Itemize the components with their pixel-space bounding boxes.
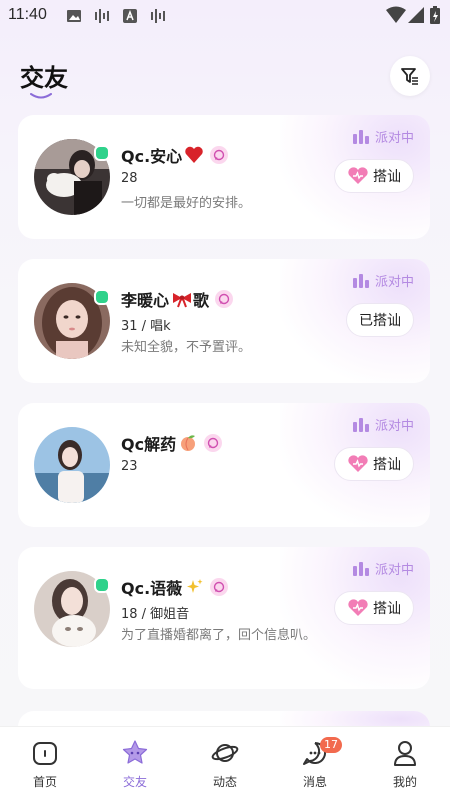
user-card[interactable]: Qc解药 23 派对中 搭讪 — [18, 403, 430, 527]
user-bio: 一切都是最好的安排。 — [121, 196, 252, 211]
nav-item-messages[interactable]: 17 消息 — [270, 727, 360, 801]
online-indicator — [94, 577, 110, 593]
greet-button[interactable]: 搭讪 — [334, 591, 414, 625]
greet-label: 搭讪 — [373, 169, 401, 185]
filter-button[interactable] — [390, 56, 430, 96]
nav-label: 首页 — [32, 775, 57, 789]
nav-label: 动态 — [212, 775, 237, 789]
party-label: 派对中 — [374, 419, 414, 434]
user-name: 李暖心 — [121, 291, 170, 310]
party-label: 派对中 — [374, 275, 414, 290]
party-status[interactable]: 派对中 — [352, 271, 414, 290]
gallery-notification-icon — [67, 10, 81, 22]
battery-icon — [430, 6, 440, 24]
chat-bubble-icon[interactable] — [210, 146, 229, 164]
greet-label: 已搭讪 — [359, 313, 401, 329]
user-card[interactable]: Qc.语薇 18 / 御姐音 为了直播婚都离了，回个信息叭。 派对中 搭讪 — [18, 547, 430, 689]
title-underline — [30, 93, 52, 99]
user-name-suffix: 歌 — [193, 291, 210, 310]
bow-emoji-icon — [171, 290, 193, 308]
heart-emoji-icon — [184, 146, 204, 164]
chat-bubble-icon[interactable] — [215, 290, 234, 308]
filter-icon — [401, 68, 418, 85]
party-bars-icon — [352, 129, 369, 144]
user-name: Qc.安心 — [121, 147, 183, 166]
chat-bubble-icon[interactable] — [204, 434, 223, 452]
user-meta: 31 / 唱k — [121, 319, 171, 334]
greet-button[interactable]: 搭讪 — [334, 159, 414, 193]
planet-icon — [211, 744, 239, 762]
wifi-icon — [386, 6, 406, 23]
nav-item-home[interactable]: 首页 — [0, 727, 90, 801]
greet-label: 搭讪 — [373, 457, 401, 473]
party-status[interactable]: 派对中 — [352, 127, 414, 146]
user-meta: 23 — [121, 459, 138, 474]
user-name: Qc解药 — [121, 435, 177, 454]
nav-item-friends[interactable]: 交友 — [90, 727, 180, 801]
heart-greet-icon — [347, 455, 369, 473]
audio-notification-icon — [95, 9, 109, 23]
user-meta: 18 / 御姐音 — [121, 607, 190, 622]
bottom-nav: 首页 交友 动态 17 消息 我的 — [0, 726, 450, 801]
signal-icon — [408, 7, 424, 23]
party-label: 派对中 — [374, 563, 414, 578]
user-name: Qc.语薇 — [121, 579, 183, 598]
avatar[interactable] — [34, 427, 110, 503]
page-title: 交友 — [20, 64, 68, 92]
heart-greet-icon — [347, 599, 369, 617]
audio-notification-icon-2 — [151, 9, 165, 23]
app-notification-icon — [123, 9, 137, 23]
user-bio: 为了直播婚都离了，回个信息叭。 — [121, 628, 317, 643]
party-bars-icon — [352, 561, 369, 576]
nav-label: 消息 — [302, 775, 327, 789]
online-indicator — [94, 145, 110, 161]
greeted-button[interactable]: 已搭讪 — [346, 303, 414, 337]
heart-greet-icon — [347, 167, 369, 185]
party-label: 派对中 — [374, 131, 414, 146]
star-icon — [122, 740, 148, 764]
user-meta: 28 — [121, 171, 138, 186]
party-status[interactable]: 派对中 — [352, 559, 414, 578]
user-bio: 未知全貌，不予置评。 — [121, 340, 252, 355]
status-bar: 11:40 — [0, 0, 450, 32]
chat-bubble-icon[interactable] — [210, 578, 229, 596]
party-bars-icon — [352, 273, 369, 288]
unread-badge: 17 — [320, 737, 342, 753]
party-bars-icon — [352, 417, 369, 432]
nav-item-moments[interactable]: 动态 — [180, 727, 270, 801]
person-icon — [394, 741, 416, 766]
nav-label: 我的 — [392, 775, 417, 789]
peach-emoji-icon — [178, 434, 198, 452]
user-card[interactable]: 李暖心 歌 31 / 唱k 未知全貌，不予置评。 派对中 已搭讪 — [18, 259, 430, 383]
greet-label: 搭讪 — [373, 601, 401, 617]
status-time: 11:40 — [8, 6, 47, 23]
party-status[interactable]: 派对中 — [352, 415, 414, 434]
sparkles-emoji-icon — [184, 578, 204, 596]
greet-button[interactable]: 搭讪 — [334, 447, 414, 481]
nav-item-profile[interactable]: 我的 — [360, 727, 450, 801]
home-icon — [33, 742, 57, 765]
online-indicator — [94, 289, 110, 305]
nav-label: 交友 — [122, 775, 147, 789]
user-card[interactable]: Qc.安心 28 一切都是最好的安排。 派对中 搭讪 — [18, 115, 430, 239]
